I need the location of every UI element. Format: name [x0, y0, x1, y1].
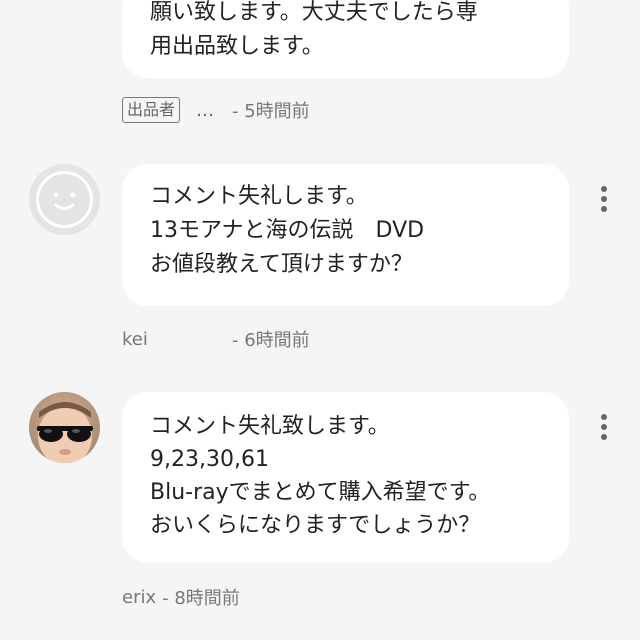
comment-text-line: お値段教えて頂けますか？	[150, 252, 413, 277]
comment-text-line: Blu-rayでまとめて購入希望です。	[150, 480, 491, 505]
comment-time: - 6時間前	[232, 330, 310, 351]
comment-author[interactable]: kei	[122, 329, 232, 350]
comment-text-line: 13モアナと海の伝説 DVD	[150, 218, 425, 243]
comment-meta-kei: kei - 6時間前	[122, 325, 310, 353]
comment-bubble-kei: コメント失礼します。 13モアナと海の伝説 DVD お値段教えて頂けますか？	[122, 164, 569, 306]
comment-text-line: 願い致します。大丈夫でしたら専	[150, 0, 478, 25]
avatar-erix[interactable]	[29, 392, 100, 463]
comment-text-line: 9,23,30,61	[150, 447, 269, 472]
comment-meta-erix: erix - 8時間前	[122, 583, 240, 611]
smiley-face-icon	[29, 164, 100, 235]
baby-sunglasses-photo	[29, 392, 100, 463]
comment-text-line: コメント失礼致します。	[150, 414, 390, 439]
comment-bubble-seller: 願い致します。大丈夫でしたら専 用出品致します。	[122, 0, 569, 78]
comment-time: - 5時間前	[232, 101, 310, 122]
comment-author[interactable]: …	[196, 100, 214, 121]
seller-badge: 出品者	[122, 97, 181, 123]
comment-text-line: コメント失礼します。	[150, 184, 368, 209]
comment-time: - 8時間前	[162, 588, 240, 609]
comment-text-line: 用出品致します。	[150, 34, 324, 59]
comment-meta-seller: 出品者 … - 5時間前	[122, 95, 310, 125]
avatar-kei[interactable]	[29, 164, 100, 235]
comment-bubble-erix: コメント失礼致します。 9,23,30,61 Blu-rayでまとめて購入希望で…	[122, 392, 569, 563]
comment-author[interactable]: erix	[122, 587, 156, 608]
more-options-icon[interactable]	[596, 414, 612, 444]
more-options-icon[interactable]	[596, 186, 612, 216]
comment-text-line: おいくらになりますでしょうか？	[150, 513, 481, 538]
